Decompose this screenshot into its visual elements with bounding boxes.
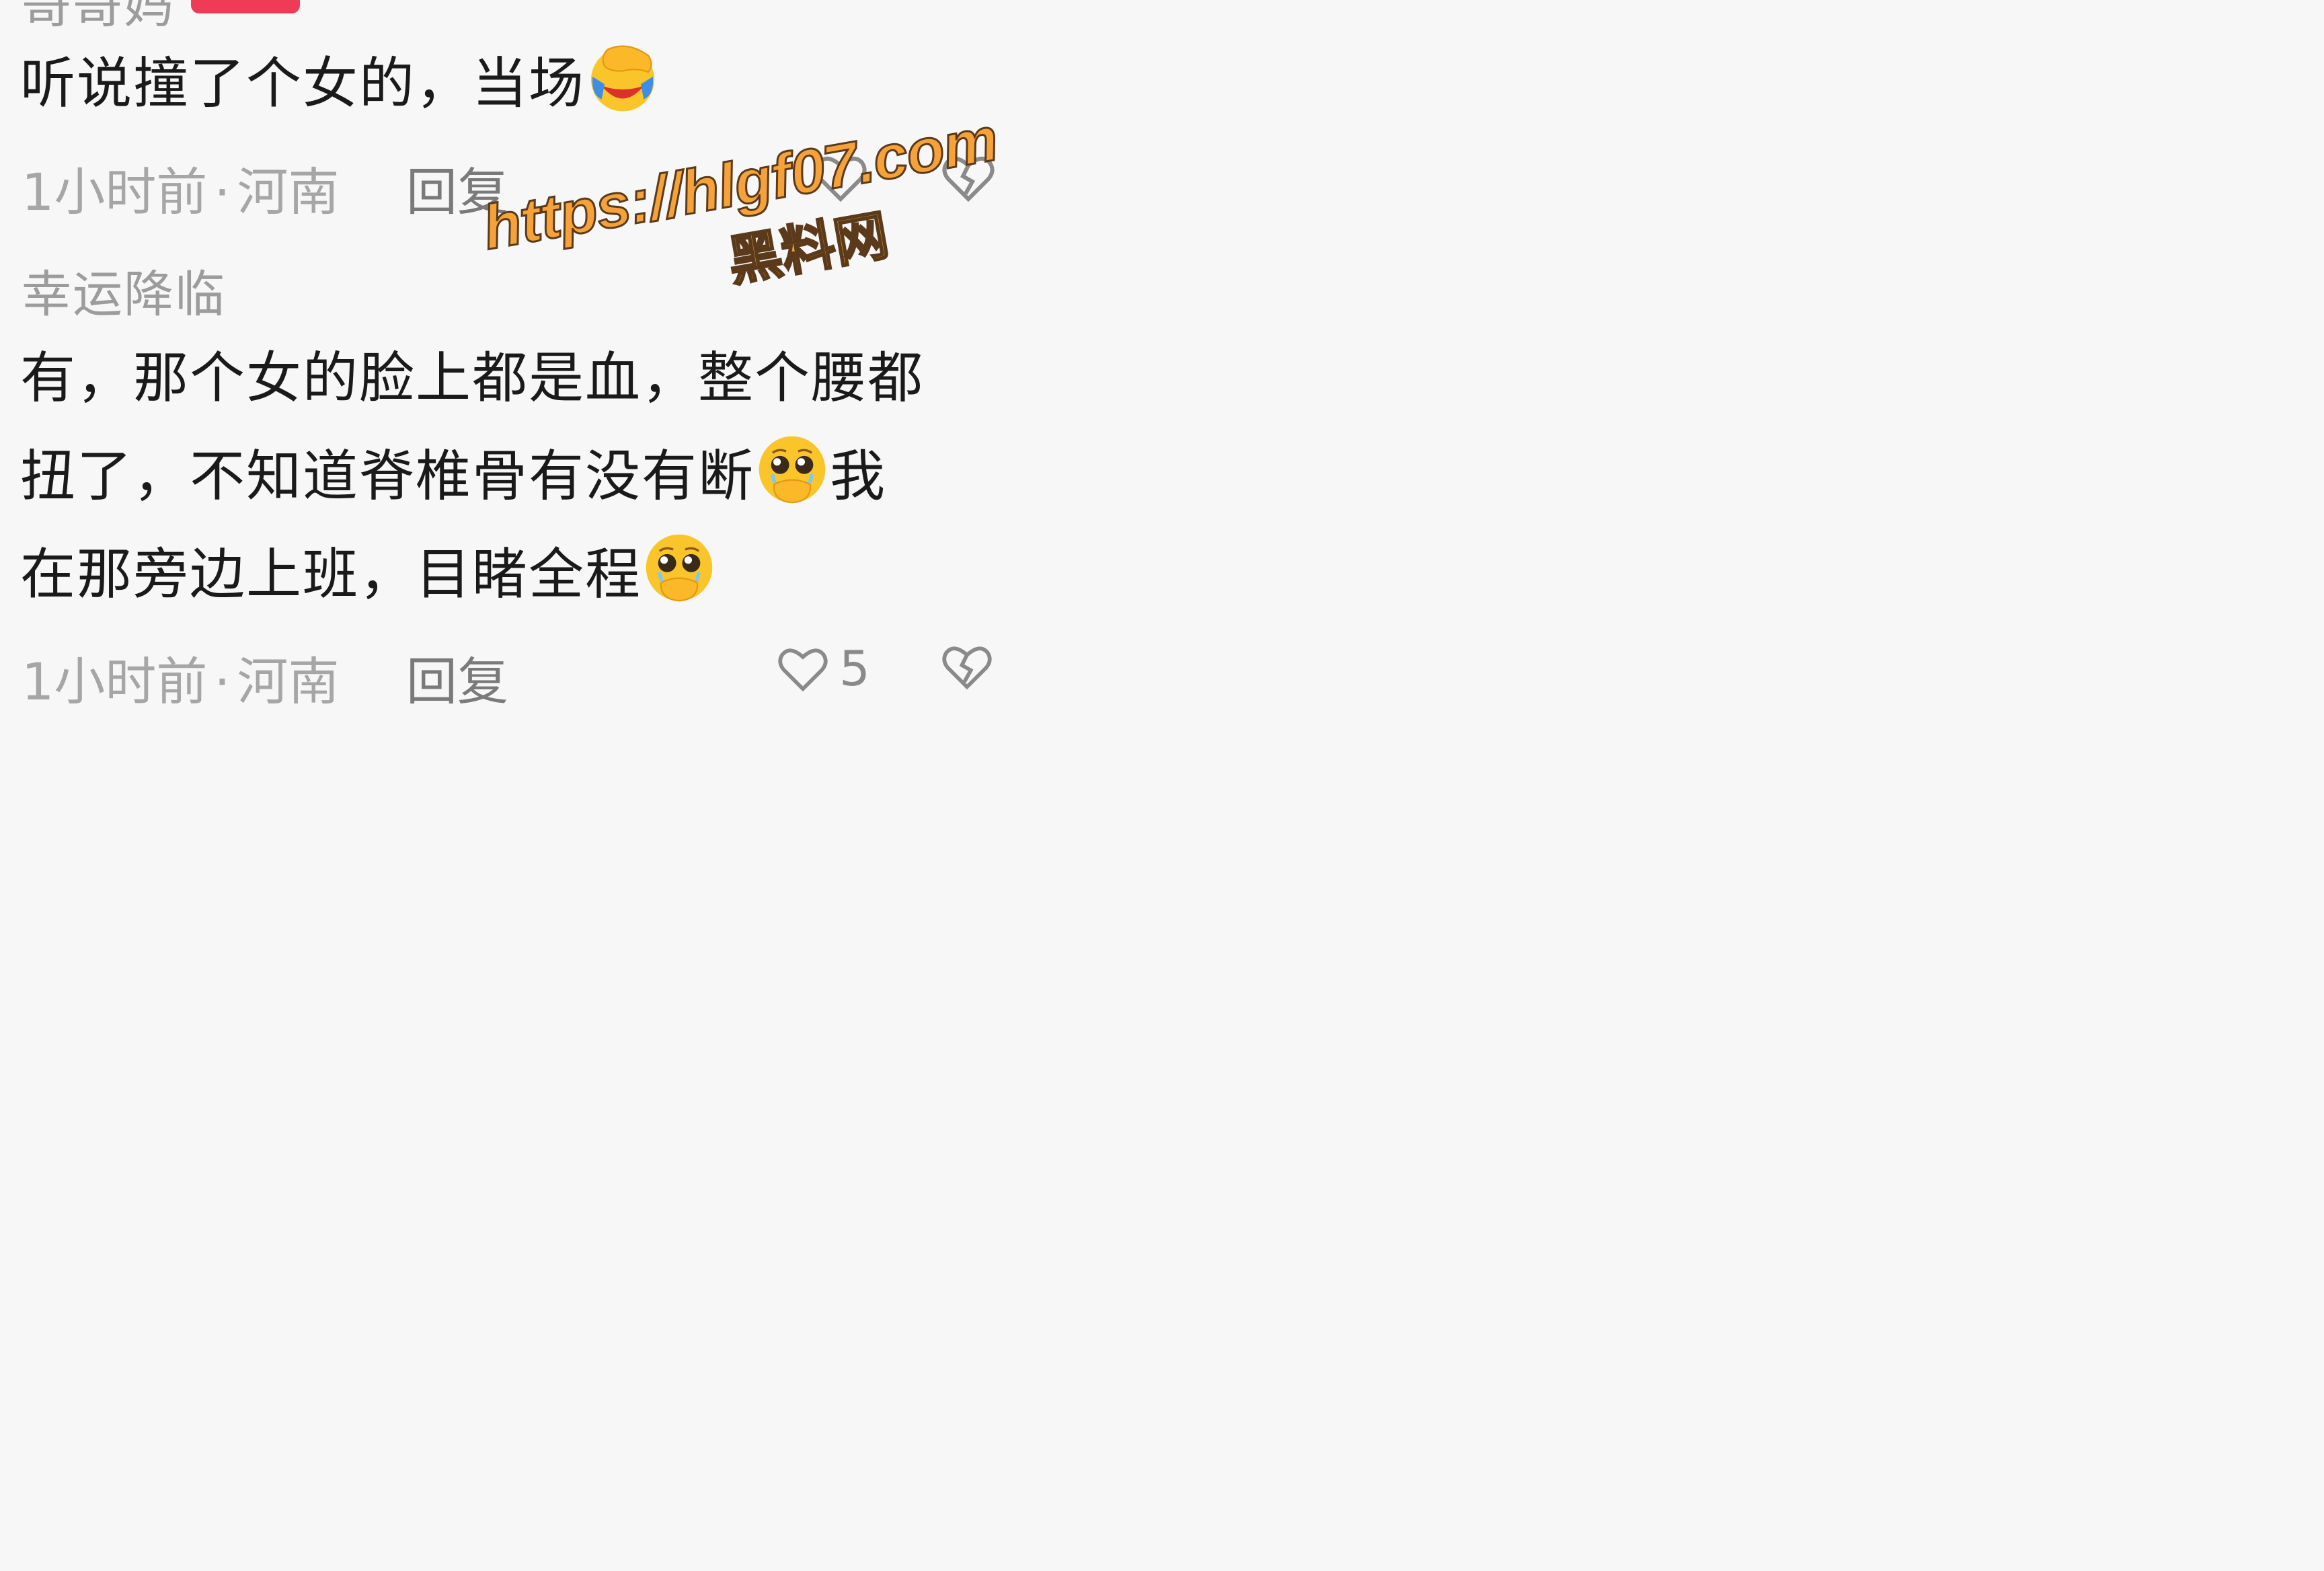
comment-meta: 1小时前 · 河南 [22,640,340,714]
meta-separator: · [214,652,231,712]
comment-text-line: 扭了，不知道脊椎骨有没有断 我 [20,428,1029,526]
comment-text-line: 有，那个女的脸上都是血，整个腰都 [20,346,925,410]
heart-outline-icon [778,648,828,692]
comment-username[interactable]: 幸运降临 [22,254,226,326]
pleading-face-holding-back-tears-icon [759,436,826,504]
like-button[interactable]: 5 [777,640,870,697]
dislike-icon[interactable] [941,643,993,690]
comment-time: 1小时前 [22,162,208,222]
comment-text-line: 在那旁边上班，目睹全程 [20,526,1029,624]
comment-location: 河南 [237,652,340,712]
comment-time: 1小时前 [22,652,208,712]
meta-separator: · [214,162,231,222]
comment-text-fragment: 我 [830,445,887,508]
comment-location: 河南 [237,162,340,222]
pleading-face-holding-back-tears-icon [646,534,713,602]
author-badge [191,0,300,13]
comment-username[interactable]: 哥哥妈 [22,0,175,37]
comment-text-fragment: 在那旁边上班，目睹全程 [20,543,642,607]
comment-text: 有，那个女的脸上都是血，整个腰都 扭了，不知道脊椎骨有没有断 我 在那旁边上班，… [20,330,1029,624]
comment-text-content: 听说撞了个女的，当场 [20,52,586,116]
like-count: 5 [839,640,870,697]
reply-button[interactable]: 回复 [406,640,508,714]
comment-text-fragment: 扭了，不知道脊椎骨有没有断 [20,445,755,508]
face-with-hand-over-eyes-crying-icon [590,45,655,112]
comment-meta: 1小时前 · 河南 [22,151,340,225]
